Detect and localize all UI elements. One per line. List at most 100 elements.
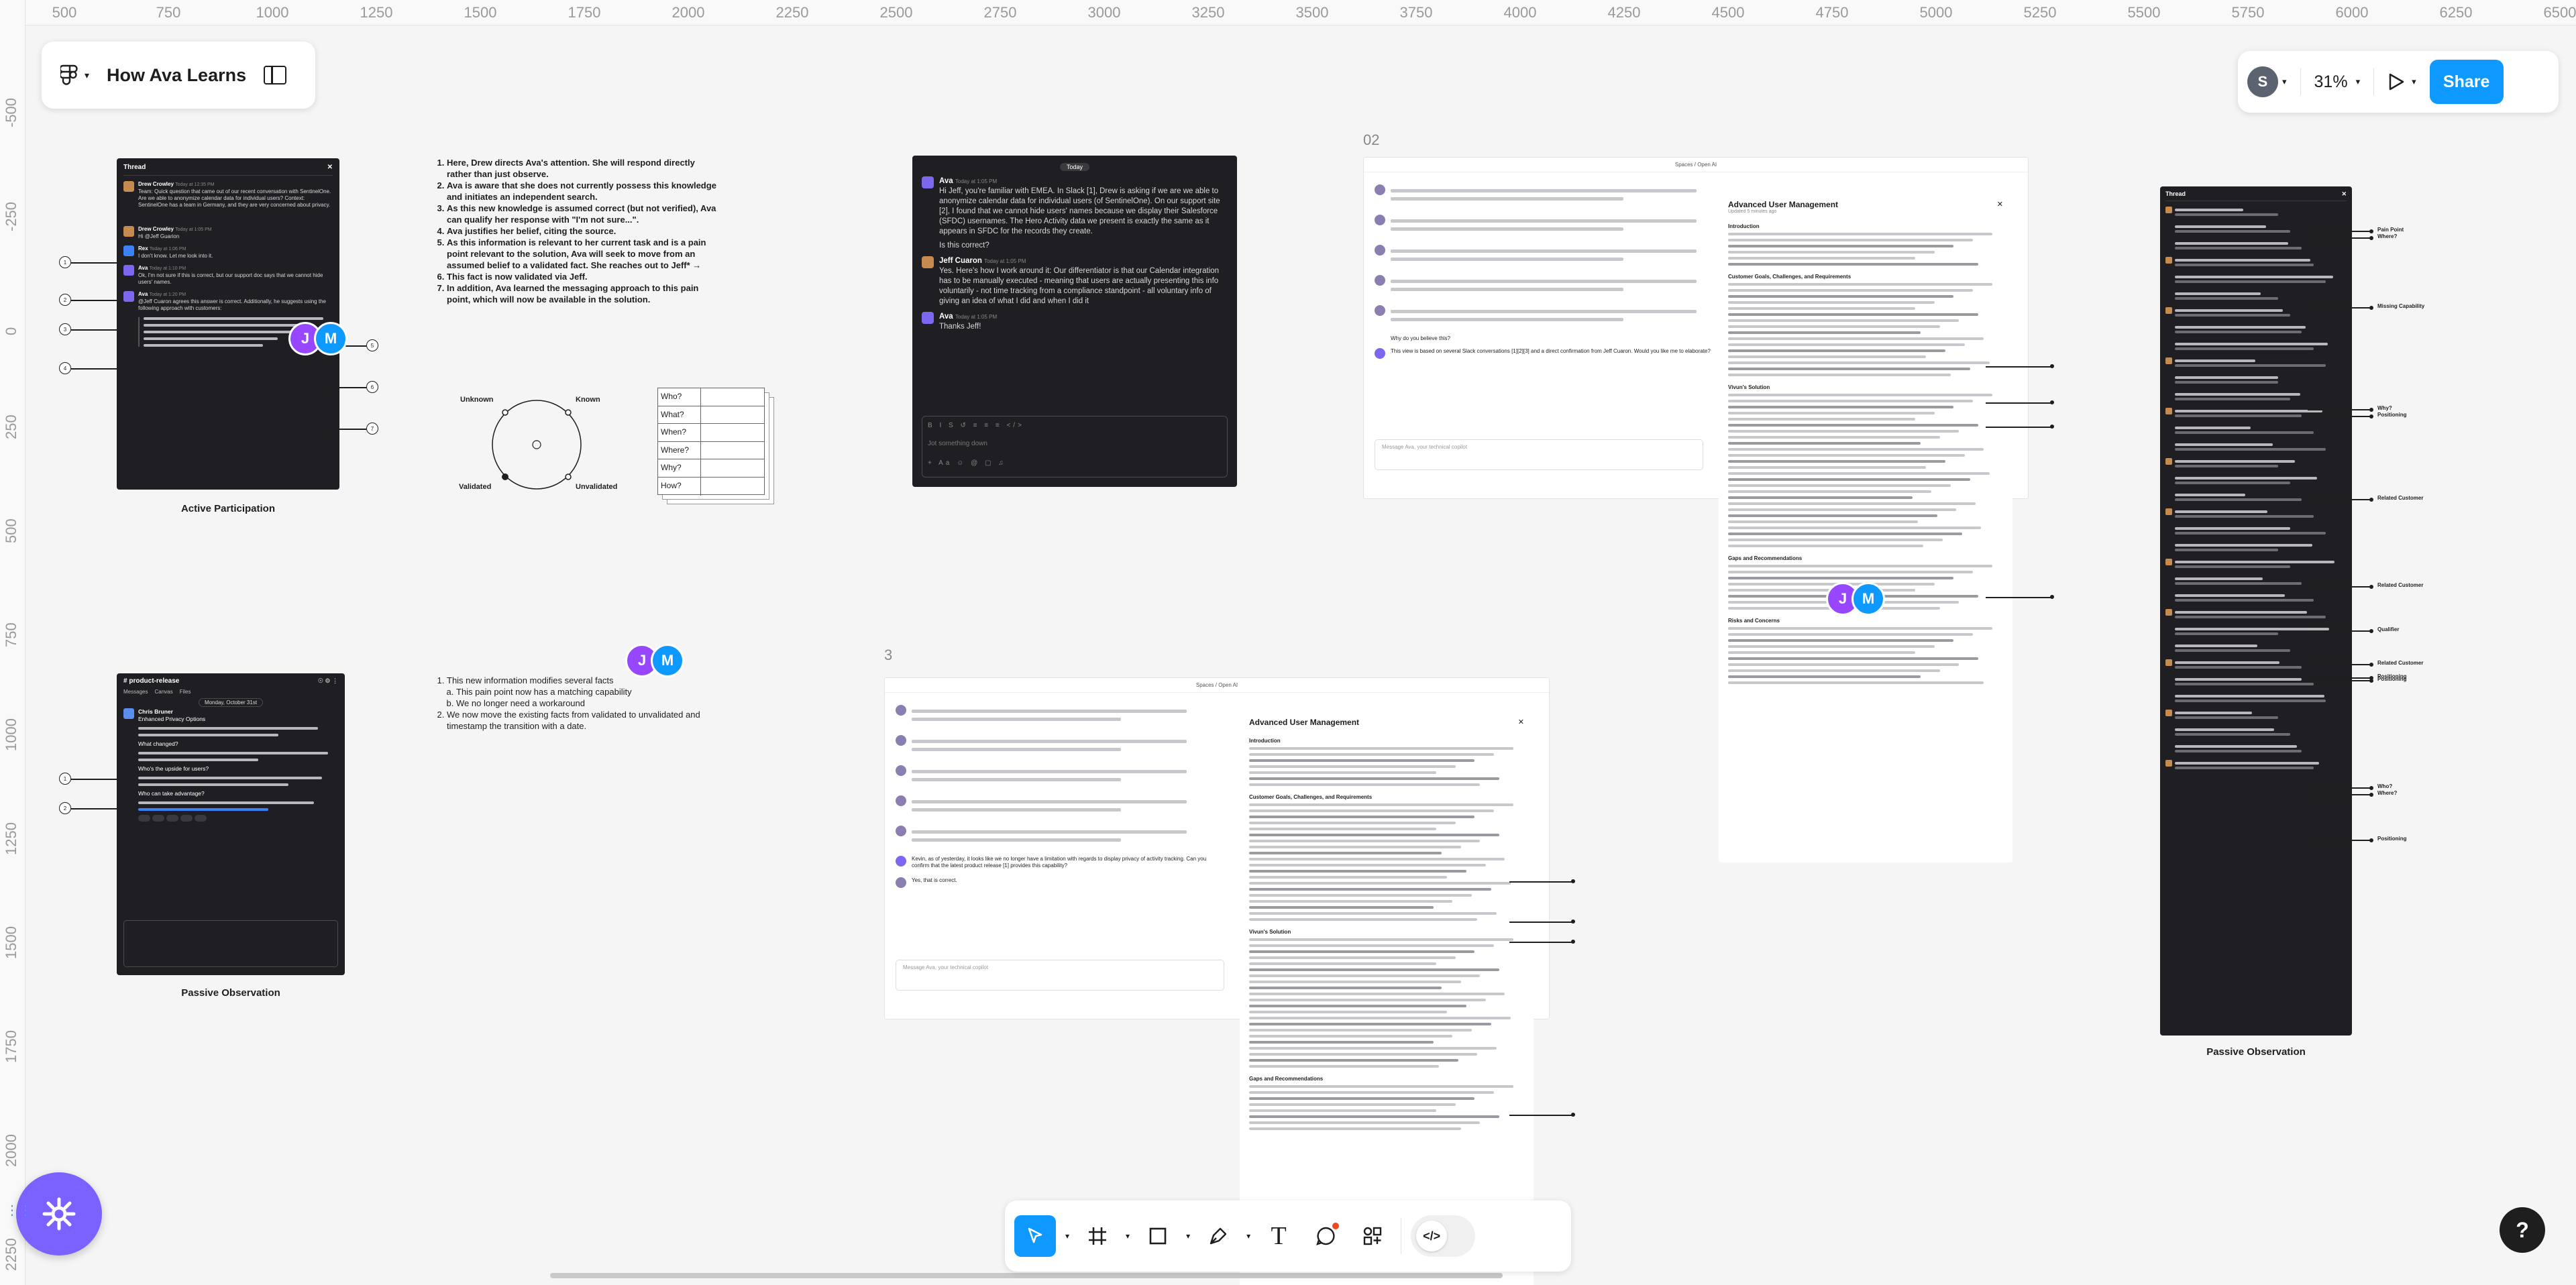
chevron-down-icon[interactable]: ▾ xyxy=(1246,1231,1250,1241)
thread-message: Ava Today at 1:10 PM Ok, I'm not sure if … xyxy=(123,265,333,286)
file-header: ▾ How Ava Learns xyxy=(42,42,315,109)
chevron-down-icon[interactable]: ▾ xyxy=(1065,1231,1069,1241)
ruler-tick-label: 1250 xyxy=(360,4,393,21)
question-row: When? xyxy=(658,424,764,442)
main-menu-button[interactable]: ▾ xyxy=(60,63,89,87)
close-icon[interactable]: ✕ xyxy=(327,164,333,171)
close-icon[interactable]: ✕ xyxy=(1997,200,2003,209)
ruler-tick-label: 6000 xyxy=(2335,4,2369,21)
ruler-tick-label: 4500 xyxy=(1711,4,1745,21)
share-button[interactable]: Share xyxy=(2429,60,2504,104)
ruler-tick-label: 1000 xyxy=(256,4,289,21)
annotation-label: Qualifier xyxy=(2377,626,2400,632)
rectangle-tool-button[interactable] xyxy=(1139,1217,1177,1255)
message-composer[interactable] xyxy=(123,920,338,967)
label-validated: Validated xyxy=(459,483,492,491)
frame-label-3: 3 xyxy=(884,647,893,663)
user-avatar[interactable]: S xyxy=(2247,66,2278,97)
ruler-tick-label: 5250 xyxy=(2023,4,2057,21)
actions-icon xyxy=(1363,1227,1382,1245)
frame-label-02: 02 xyxy=(1363,131,1380,148)
chevron-down-icon[interactable]: ▾ xyxy=(1126,1231,1130,1241)
note-item: In addition, Ava learned the messaging a… xyxy=(447,282,716,305)
doc-chat-row xyxy=(896,735,1211,756)
annotation-label: Positioning xyxy=(2377,676,2407,682)
note-item: Here, Drew directs Ava's attention. She … xyxy=(447,157,716,180)
note-item: As this information is relevant to her c… xyxy=(447,237,716,271)
doc-chat-row xyxy=(1375,245,1723,266)
presence-avatars: J M xyxy=(625,644,684,677)
question-row: Why? xyxy=(658,459,764,478)
ruler-tick-label: 4750 xyxy=(1815,4,1849,21)
note-item: Ava justifies her belief, citing the sou… xyxy=(447,225,716,237)
thread-message: Drew Crowley Today at 1:05 PM Hi @Jeff Gu… xyxy=(123,226,333,240)
ruler-tick-label: 6250 xyxy=(2439,4,2473,21)
ruler-tick-label: 1000 xyxy=(3,718,19,751)
thread-title: Thread xyxy=(123,164,146,171)
close-icon[interactable]: ✕ xyxy=(2341,190,2347,198)
annotation-label: Why? xyxy=(2377,405,2392,411)
frame-icon xyxy=(1089,1227,1107,1245)
ruler-tick-label: 3750 xyxy=(1399,4,1433,21)
message-composer[interactable]: B I S ↺ ≡ ≡ ≡ </> Jot something down + A… xyxy=(922,416,1228,478)
zoom-dropdown[interactable]: 31% ▾ xyxy=(2314,72,2361,92)
doc-chat-row xyxy=(896,705,1211,726)
ruler-tick-label: 2250 xyxy=(775,4,809,21)
toggle-sidebar-icon[interactable] xyxy=(264,66,287,85)
caption-passive-observation-right: Passive Observation xyxy=(2206,1046,2306,1058)
ruler-tick-label: 2000 xyxy=(672,4,705,21)
ruler-tick-label: -250 xyxy=(3,201,19,231)
ruler-tick-label: 2000 xyxy=(3,1134,19,1167)
play-icon xyxy=(2389,73,2404,91)
file-title[interactable]: How Ava Learns xyxy=(107,65,246,86)
doc-chat-row xyxy=(1375,305,1723,326)
chevron-down-icon: ▾ xyxy=(2412,76,2416,87)
knowledge-quadrant-diagram: Unknown Known Validated Unvalidated xyxy=(456,394,651,495)
actions-tool-button[interactable] xyxy=(1354,1217,1391,1255)
caption-passive-observation-left: Passive Observation xyxy=(181,987,280,999)
ruler-tick-label: 2500 xyxy=(879,4,913,21)
zoom-level: 31% xyxy=(2314,72,2348,91)
figma-logo-icon xyxy=(60,64,78,85)
frame-tool-button[interactable] xyxy=(1079,1217,1116,1255)
channel-tab[interactable]: Messages xyxy=(123,689,148,695)
channel-tab[interactable]: Files xyxy=(180,689,191,695)
text-tool-button[interactable]: T xyxy=(1260,1217,1297,1255)
pen-icon xyxy=(1210,1227,1227,1245)
chevron-down-icon[interactable]: ▾ xyxy=(1186,1231,1190,1241)
date-pill: Today xyxy=(1059,163,1090,171)
drag-handle[interactable]: ⋮⋮ xyxy=(5,1204,32,1227)
notes-list-2: This new information modifies several fa… xyxy=(435,675,716,732)
chevron-down-icon[interactable]: ▾ xyxy=(2282,76,2287,87)
ruler-tick-label: -500 xyxy=(3,97,19,127)
ruler-tick-label: 3250 xyxy=(1191,4,1225,21)
present-button[interactable]: ▾ xyxy=(2387,72,2416,91)
ruler-tick-label: 500 xyxy=(52,4,77,21)
doc-chat-row xyxy=(896,826,1211,846)
product-release-channel: # product-release ☉ ⚙ ⋮ Messages Canvas Fi… xyxy=(117,673,345,975)
move-tool-button[interactable] xyxy=(1014,1215,1056,1257)
chat-message-text: Hi Jeff, you're familiar with EMEA. In S… xyxy=(939,187,1220,235)
comment-tool-button[interactable] xyxy=(1307,1217,1344,1255)
note-item: As this new knowledge is assumed correct… xyxy=(447,203,716,225)
doc-detail-panel-2: Advanced User Management ✕ Introduction C… xyxy=(1240,710,1534,1285)
ruler-tick-label: 750 xyxy=(3,622,19,647)
doc-title: Advanced User Management xyxy=(1728,200,1839,209)
channel-tab[interactable]: Canvas xyxy=(154,689,172,695)
horizontal-scrollbar[interactable] xyxy=(550,1273,1503,1278)
dev-mode-toggle[interactable]: </> xyxy=(1411,1215,1476,1257)
annotation-label: Positioning xyxy=(2377,412,2407,418)
ruler-tick-label: 3500 xyxy=(1295,4,1329,21)
channel-name: # product-release xyxy=(123,677,180,685)
ruler-tick-label: 500 xyxy=(3,518,19,543)
gear-icon xyxy=(42,1197,76,1231)
pen-tool-button[interactable] xyxy=(1199,1217,1237,1255)
doc-chat-row xyxy=(896,765,1211,786)
doc-chat-row xyxy=(1375,184,1723,205)
help-button[interactable]: ? xyxy=(2500,1207,2545,1253)
annotation-label: Where? xyxy=(2377,790,2398,796)
ruler-tick-label: 1500 xyxy=(464,4,497,21)
doc-chat-row xyxy=(896,795,1211,816)
close-icon[interactable]: ✕ xyxy=(1518,718,1524,727)
ruler-tick-label: 750 xyxy=(156,4,181,21)
